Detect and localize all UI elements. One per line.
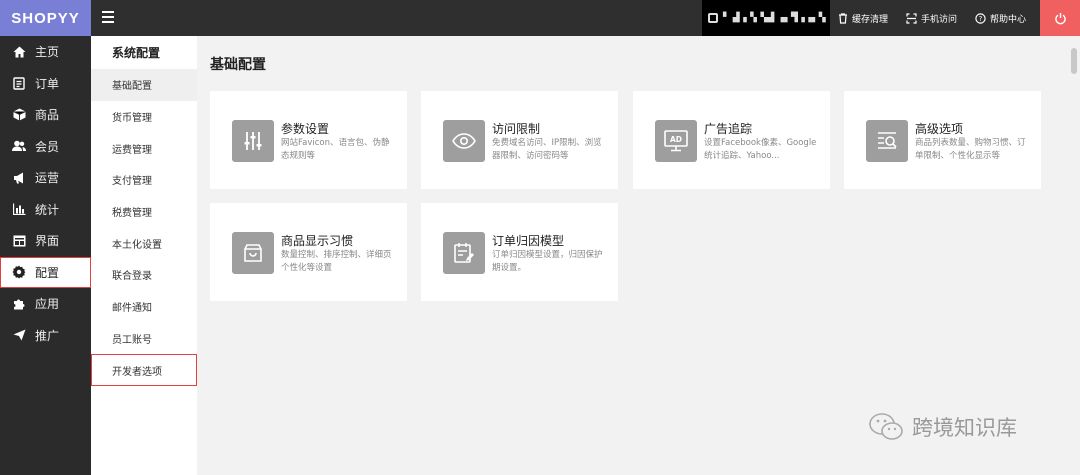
logo[interactable]: SHOPYY — [0, 0, 91, 36]
box-icon — [12, 108, 26, 122]
scan-icon — [906, 12, 917, 24]
sidebar-item-label: 统计 — [35, 202, 60, 217]
card-title: 参数设置 — [281, 122, 330, 136]
mobile-visit-label: 手机访问 — [921, 14, 958, 25]
sliders-icon — [232, 120, 274, 162]
send-icon — [12, 328, 26, 342]
sidebar-item-members[interactable]: 会员 — [0, 131, 91, 163]
card-title: 广告追踪 — [704, 122, 753, 136]
submenu-item-social-login[interactable]: 联合登录 — [91, 259, 197, 291]
sidebar-item-settings[interactable]: 配置 — [0, 256, 91, 288]
sidebar-item-label: 应用 — [35, 297, 60, 312]
sidebar-item-statistics[interactable]: 统计 — [0, 194, 91, 226]
sidebar-item-home[interactable]: 主页 — [0, 36, 91, 68]
card-description: 商品列表数量、购物习惯、订单限制、个性化显示等 — [915, 138, 1026, 161]
puzzle-icon — [12, 297, 26, 311]
help-center-label: 帮助中心 — [990, 14, 1027, 25]
help-icon: ? — [975, 12, 986, 24]
card-description: 订单归因模型设置，归因保护期设置。 — [492, 250, 603, 273]
gear-icon — [12, 265, 26, 279]
cache-clear-label: 缓存清理 — [852, 14, 889, 25]
sidebar-item-label: 会员 — [35, 139, 60, 154]
watermark: 跨境知识库 — [868, 412, 1017, 442]
sidebar-item-orders[interactable]: 订单 — [0, 68, 91, 100]
bar-chart-icon — [12, 202, 26, 216]
config-card-order-attribution[interactable]: 订单归因模型 订单归因模型设置，归因保护期设置。 — [421, 203, 618, 301]
search-list-icon — [866, 120, 908, 162]
main-content: 基础配置 参数设置 网站Favicon、语言包、伪静态规则等 访问限制 免费域名… — [197, 36, 1068, 475]
sidebar-item-label: 推广 — [35, 328, 60, 343]
settings-submenu: 系统配置 基础配置 货币管理 运费管理 支付管理 税费管理 本土化设置 联合登录… — [91, 36, 197, 475]
menu-toggle-icon[interactable] — [102, 11, 114, 23]
svg-text:AD: AD — [670, 135, 682, 144]
page-title: 基础配置 — [210, 57, 266, 73]
scrollbar-thumb[interactable] — [1071, 48, 1077, 74]
sidebar-item-apps[interactable]: 应用 — [0, 288, 91, 320]
order-icon — [12, 76, 26, 90]
top-actions: 缓存清理 手机访问 ? 帮助中心 — [838, 0, 1044, 36]
submenu-item-localization[interactable]: 本土化设置 — [91, 227, 197, 259]
sidebar-item-label: 界面 — [35, 234, 60, 249]
power-icon — [1054, 12, 1066, 24]
config-card-access-restriction[interactable]: 访问限制 免费域名访问、IP限制、浏览器限制、访问密码等 — [421, 91, 618, 189]
store-name-badge[interactable]: ▘ ▟▗▝▖▚▟ ▗▖▜▗▗▖▚ — [702, 0, 830, 36]
submenu-item-tax[interactable]: 税费管理 — [91, 196, 197, 228]
config-card-product-display[interactable]: 商品显示习惯 数量控制、排序控制、详细页个性化等设置 — [210, 203, 407, 301]
scrollbar[interactable] — [1068, 36, 1080, 475]
card-title: 订单归因模型 — [492, 234, 565, 248]
trash-icon — [839, 12, 847, 24]
cache-clear-button[interactable]: 缓存清理 — [838, 12, 888, 25]
sidebar-item-products[interactable]: 商品 — [0, 99, 91, 131]
submenu-item-basic-config[interactable]: 基础配置 — [91, 69, 197, 101]
sidebar-item-label: 订单 — [35, 76, 60, 91]
card-title: 访问限制 — [492, 122, 541, 136]
submenu-item-payment[interactable]: 支付管理 — [91, 164, 197, 196]
card-description: 网站Favicon、语言包、伪静态规则等 — [281, 138, 390, 161]
card-title: 高级选项 — [915, 122, 964, 136]
home-icon — [12, 45, 26, 59]
watermark-text: 跨境知识库 — [912, 416, 1017, 440]
submenu-item-currency[interactable]: 货币管理 — [91, 101, 197, 133]
config-card-ad-tracking[interactable]: AD 广告追踪 设置Facebook像素、Google统计追踪、Yahoo... — [633, 91, 830, 189]
card-description: 免费域名访问、IP限制、浏览器限制、访问密码等 — [492, 138, 602, 161]
sidebar-item-interface[interactable]: 界面 — [0, 225, 91, 257]
ad-icon: AD — [655, 120, 697, 162]
card-description: 设置Facebook像素、Google统计追踪、Yahoo... — [704, 138, 817, 161]
sidebar-item-operations[interactable]: 运营 — [0, 162, 91, 194]
submenu-title: 系统配置 — [112, 46, 161, 60]
store-name: ▘ ▟▗▝▖▚▟ ▗▖▜▗▗▖▚ — [723, 13, 826, 23]
eye-icon — [443, 120, 485, 162]
store-icon — [708, 13, 718, 23]
megaphone-icon — [12, 171, 26, 185]
sidebar-item-promotion[interactable]: 推广 — [0, 320, 91, 352]
bag-icon — [232, 232, 274, 274]
config-card-parameters[interactable]: 参数设置 网站Favicon、语言包、伪静态规则等 — [210, 91, 407, 189]
main-sidebar: 主页 订单 商品 会员 运营 统计 界面 配置 应用 推广 — [0, 36, 91, 475]
logout-button[interactable] — [1040, 0, 1080, 36]
submenu-item-shipping[interactable]: 运费管理 — [91, 132, 197, 164]
wechat-icon — [869, 413, 903, 440]
top-bar: SHOPYY ▘ ▟▗▝▖▚▟ ▗▖▜▗▗▖▚ 缓存清理 手机访问 ? 帮助中心 — [0, 0, 1080, 36]
sidebar-item-label: 运营 — [35, 171, 60, 186]
users-icon — [12, 139, 26, 153]
card-title: 商品显示习惯 — [281, 234, 354, 248]
sidebar-item-label: 配置 — [35, 265, 60, 280]
submenu-item-staff-accounts[interactable]: 员工账号 — [91, 323, 197, 355]
calendar-edit-icon — [443, 232, 485, 274]
mobile-visit-button[interactable]: 手机访问 — [906, 12, 957, 25]
submenu-item-developer-options[interactable]: 开发者选项 — [91, 354, 197, 386]
sidebar-item-label: 主页 — [35, 45, 60, 60]
card-description: 数量控制、排序控制、详细页个性化等设置 — [281, 250, 392, 273]
help-center-button[interactable]: ? 帮助中心 — [975, 12, 1026, 25]
svg-text:?: ? — [979, 15, 983, 23]
layout-icon — [12, 234, 26, 248]
config-card-advanced-options[interactable]: 高级选项 商品列表数量、购物习惯、订单限制、个性化显示等 — [844, 91, 1041, 189]
submenu-item-email-notify[interactable]: 邮件通知 — [91, 291, 197, 323]
sidebar-item-label: 商品 — [35, 108, 60, 123]
